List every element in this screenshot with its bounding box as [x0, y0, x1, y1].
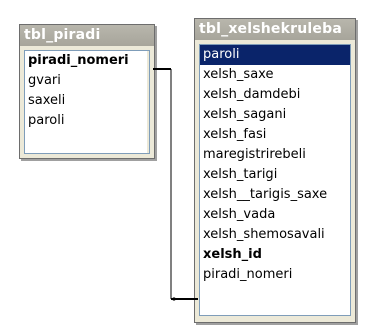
- relationship-line[interactable]: [0, 0, 380, 328]
- relationship-diagram: tbl_piradi piradi_nomeri gvari saxeli parol…: [0, 0, 380, 328]
- link-endpoint: [172, 297, 176, 301]
